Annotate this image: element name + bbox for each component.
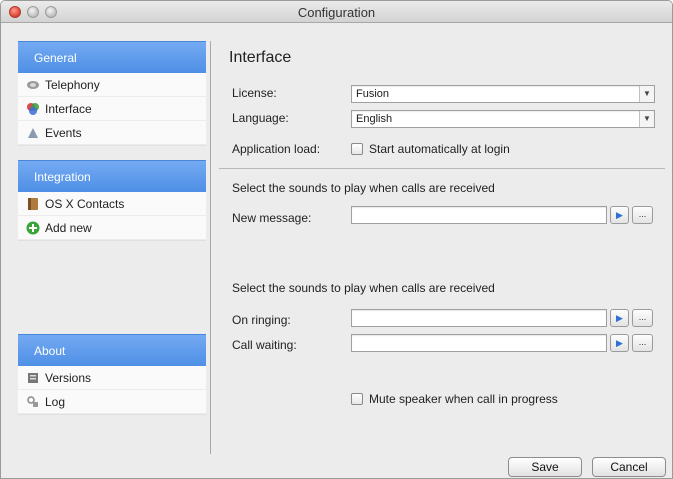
call-waiting-sound-field[interactable]: [351, 334, 607, 352]
browse-on-ringing-button[interactable]: ...: [632, 309, 653, 327]
license-select[interactable]: Fusion ▼: [351, 85, 655, 103]
sidebar-item-label: OS X Contacts: [45, 196, 125, 211]
new-message-sound-field[interactable]: [351, 206, 607, 224]
license-label: License:: [232, 86, 277, 100]
sidebar-item-label: Add new: [45, 220, 92, 235]
interface-panel: Interface License: Fusion ▼ Language: En…: [211, 23, 672, 478]
sidebar-group-integration-items: OS X Contacts Add new: [18, 192, 206, 241]
configuration-window: Configuration General Telephony Interfac…: [0, 0, 673, 479]
section-divider: [219, 168, 665, 169]
sidebar-group-about-items: Versions Log: [18, 366, 206, 415]
window-title: Configuration: [297, 5, 376, 20]
sounds-section-title: Select the sounds to play when calls are…: [232, 181, 495, 195]
chevron-down-icon: ▼: [639, 86, 654, 102]
versions-icon: [26, 371, 40, 385]
ellipsis-icon: ...: [638, 312, 647, 322]
page-title: Interface: [229, 49, 292, 66]
application-load-label: Application load:: [232, 142, 321, 156]
telephone-icon: [26, 78, 40, 92]
ellipsis-icon: ...: [638, 337, 647, 347]
language-label: Language:: [232, 111, 289, 125]
log-icon: [26, 395, 40, 409]
new-message-label: New message:: [232, 211, 312, 225]
play-icon: ▶: [616, 338, 623, 348]
chevron-down-icon: ▼: [639, 111, 654, 127]
sidebar-item-events[interactable]: Events: [18, 121, 206, 145]
language-select[interactable]: English ▼: [351, 110, 655, 128]
sounds-section-title: Select the sounds to play when calls are…: [232, 281, 495, 295]
sidebar-item-label: Telephony: [45, 77, 100, 92]
on-ringing-label: On ringing:: [232, 313, 291, 327]
sidebar-item-log[interactable]: Log: [18, 390, 206, 414]
mute-speaker-label[interactable]: Mute speaker when call in progress: [369, 392, 558, 406]
sidebar-item-telephony[interactable]: Telephony: [18, 73, 206, 97]
language-select-value: English: [356, 113, 393, 125]
sidebar-item-os-x-contacts[interactable]: OS X Contacts: [18, 192, 206, 216]
palette-icon: [26, 102, 40, 116]
start-automatically-checkbox[interactable]: [351, 143, 363, 155]
sidebar-group-about[interactable]: About: [18, 334, 206, 366]
sidebar-group-general-items: Telephony Interface Events: [18, 73, 206, 146]
ellipsis-icon: ...: [638, 209, 647, 219]
sidebar-item-add-new[interactable]: Add new: [18, 216, 206, 240]
sidebar-item-label: Events: [45, 125, 82, 140]
cancel-button[interactable]: Cancel: [592, 457, 666, 477]
play-call-waiting-button[interactable]: ▶: [610, 334, 629, 352]
browse-new-message-button[interactable]: ...: [632, 206, 653, 224]
title-bar[interactable]: Configuration: [1, 1, 672, 23]
sidebar-item-label: Versions: [45, 370, 92, 385]
sidebar: General Telephony Interface Events Integ…: [18, 41, 206, 415]
play-new-message-button[interactable]: ▶: [610, 206, 629, 224]
add-icon: [26, 221, 40, 235]
sidebar-group-integration[interactable]: Integration: [18, 160, 206, 192]
play-on-ringing-button[interactable]: ▶: [610, 309, 629, 327]
sidebar-item-label: Log: [45, 394, 66, 409]
address-book-icon: [26, 197, 40, 211]
call-waiting-label: Call waiting:: [232, 338, 297, 352]
sidebar-group-general[interactable]: General: [18, 41, 206, 73]
save-button[interactable]: Save: [508, 457, 582, 477]
sidebar-item-versions[interactable]: Versions: [18, 366, 206, 390]
sidebar-item-label: Interface: [45, 101, 92, 116]
play-icon: ▶: [616, 210, 623, 220]
browse-call-waiting-button[interactable]: ...: [632, 334, 653, 352]
license-select-value: Fusion: [356, 88, 390, 100]
start-automatically-label[interactable]: Start automatically at login: [369, 142, 510, 156]
events-icon: [26, 126, 40, 140]
play-icon: ▶: [616, 313, 623, 323]
on-ringing-sound-field[interactable]: [351, 309, 607, 327]
sidebar-item-interface[interactable]: Interface: [18, 97, 206, 121]
mute-speaker-checkbox[interactable]: [351, 393, 363, 405]
